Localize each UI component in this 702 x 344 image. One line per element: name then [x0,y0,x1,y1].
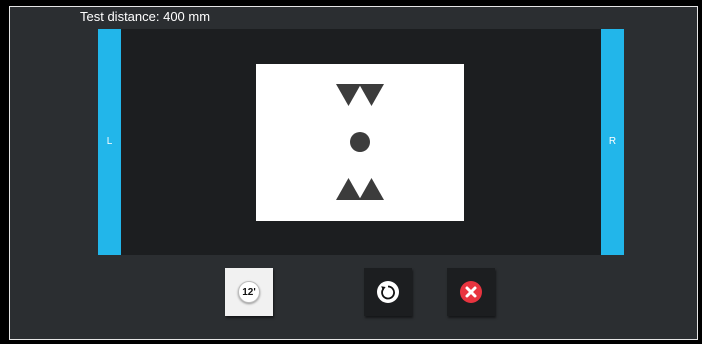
test-window: Test distance: 400 mm L R 12' [9,6,698,340]
right-eye-label: R [608,136,617,147]
rotate-icon [377,281,399,303]
close-icon [460,281,482,303]
angle-badge: 12' [238,281,260,303]
left-eye-bar[interactable]: L [98,29,121,255]
right-eye-bar[interactable]: R [601,29,624,255]
left-eye-label: L [106,136,113,147]
test-target-card [256,64,464,221]
test-distance-label: Test distance: 400 mm [80,9,211,24]
target-figure [336,84,384,200]
close-button[interactable] [447,268,495,316]
rotate-button[interactable] [364,268,412,316]
angle-button[interactable]: 12' [225,268,273,316]
test-stage: L R [98,29,624,255]
dot-icon [350,132,370,152]
inverted-triangle-pair-icon [336,84,384,106]
triangle-pair-icon [336,178,384,200]
